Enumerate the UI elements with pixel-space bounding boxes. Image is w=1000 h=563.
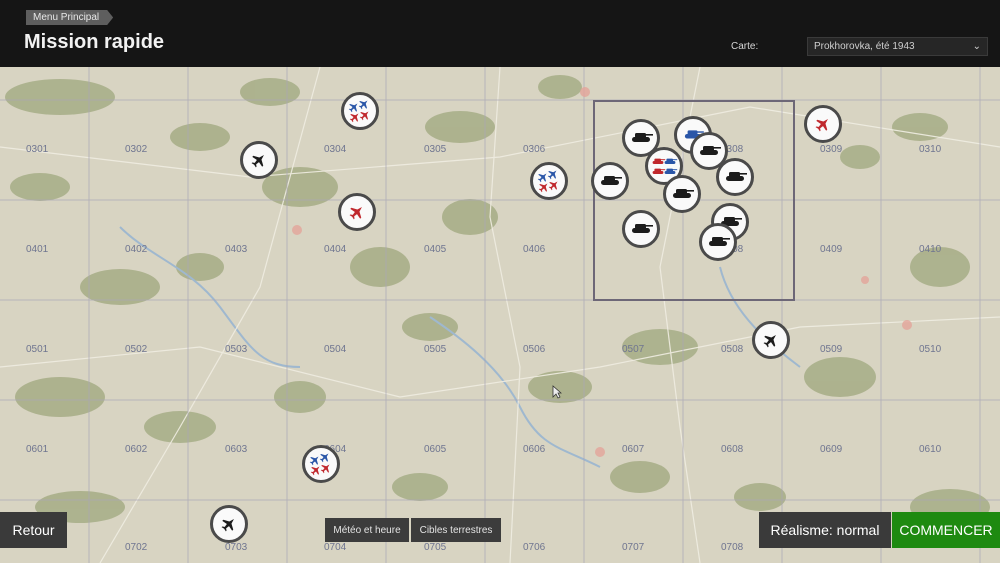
tank-black-icon	[702, 226, 734, 258]
chevron-down-icon: ⌄	[972, 41, 981, 52]
grid-cell-label: 0703	[225, 542, 248, 553]
grid-cell-label: 0403	[225, 244, 248, 255]
grid-cell-label: 0505	[424, 344, 447, 355]
mouse-cursor-icon	[552, 385, 562, 399]
back-button[interactable]: Retour	[0, 512, 67, 548]
grid-cell-label: 0704	[324, 542, 347, 553]
grid-cell-label: 0607	[622, 444, 645, 455]
grid-cell-label: 0409	[820, 244, 843, 255]
grid-cell-label: 0405	[424, 244, 447, 255]
ground-targets-button[interactable]: Cibles terrestres	[411, 518, 501, 542]
grid-cell-label: 0504	[324, 344, 347, 355]
grid-cell-label: 0510	[919, 344, 942, 355]
grid-cell-label: 0603	[225, 444, 248, 455]
grid-cell-label: 0501	[26, 344, 49, 355]
multi-aircraft-icon	[533, 165, 565, 197]
tank-marker[interactable]	[699, 223, 737, 261]
realism-button[interactable]: Réalisme: normal	[759, 512, 891, 548]
tank-marker[interactable]	[663, 175, 701, 213]
grid-cell-label: 0406	[523, 244, 546, 255]
grid-cell-label: 0402	[125, 244, 148, 255]
grid-cell-label: 0706	[523, 542, 546, 553]
map-dropdown[interactable]: Prokhorovka, été 1943 ⌄	[807, 37, 988, 56]
grid-lines	[0, 67, 1000, 563]
tank-black-icon	[666, 178, 698, 210]
multi-aircraft-marker[interactable]	[341, 92, 379, 130]
grid-cell-label: 0601	[26, 444, 49, 455]
grid-cell-label: 0310	[919, 144, 942, 155]
tank-black-icon	[719, 161, 751, 193]
grid-cell-label: 0401	[26, 244, 49, 255]
grid-cell-label: 0702	[125, 542, 148, 553]
aircraft-red-icon	[807, 108, 839, 140]
map-dropdown-value: Prokhorovka, été 1943	[814, 41, 915, 52]
grid-cell-label: 0605	[424, 444, 447, 455]
grid-cell-label: 0410	[919, 244, 942, 255]
grid-cell-label: 0705	[424, 542, 447, 553]
map-select-label: Carte:	[731, 41, 759, 52]
aircraft-marker[interactable]	[240, 141, 278, 179]
grid-cell-label: 0602	[125, 444, 148, 455]
tank-marker[interactable]	[622, 210, 660, 248]
grid-cell-label: 0610	[919, 444, 942, 455]
grid-cell-label: 0606	[523, 444, 546, 455]
map-terrain	[0, 67, 1000, 563]
grid-cell-label: 0502	[125, 344, 148, 355]
grid-cell-label: 0404	[324, 244, 347, 255]
grid-cell-label: 0508	[721, 344, 744, 355]
aircraft-black-icon	[213, 508, 245, 540]
multi-aircraft-icon	[344, 95, 376, 127]
top-bar: Menu Principal Mission rapide Carte: Pro…	[0, 0, 1000, 67]
grid-cell-label: 0608	[721, 444, 744, 455]
tank-black-icon	[625, 213, 657, 245]
grid-cell-label: 0509	[820, 344, 843, 355]
battle-map[interactable]: 0301 0302 0304 0305 0306 0308 0309 0310 0401 0402…	[0, 67, 1000, 563]
aircraft-black-icon	[243, 144, 275, 176]
tank-marker[interactable]	[716, 158, 754, 196]
grid-cell-label: 0304	[324, 144, 347, 155]
multi-aircraft-marker[interactable]	[530, 162, 568, 200]
weather-time-button[interactable]: Météo et heure	[325, 518, 409, 542]
tank-marker[interactable]	[591, 162, 629, 200]
aircraft-marker[interactable]	[338, 193, 376, 231]
grid-cell-label: 0302	[125, 144, 148, 155]
grid-cell-label: 0609	[820, 444, 843, 455]
multi-aircraft-icon	[305, 448, 337, 480]
grid-cell-label: 0301	[26, 144, 49, 155]
multi-aircraft-marker[interactable]	[302, 445, 340, 483]
tank-black-icon	[594, 165, 626, 197]
grid-cell-label: 0305	[424, 144, 447, 155]
grid-cell-label: 0507	[622, 344, 645, 355]
grid-cell-label: 0503	[225, 344, 248, 355]
start-button[interactable]: COMMENCER	[892, 512, 1000, 548]
aircraft-black-icon	[755, 324, 787, 356]
aircraft-red-icon	[341, 196, 373, 228]
page-title: Mission rapide	[24, 31, 165, 53]
aircraft-marker[interactable]	[804, 105, 842, 143]
grid-cell-label: 0309	[820, 144, 843, 155]
roads	[0, 67, 1000, 563]
grid-cell-label: 0306	[523, 144, 546, 155]
grid-cell-label: 0708	[721, 542, 744, 553]
aircraft-marker[interactable]	[210, 505, 248, 543]
grid-cell-label: 0506	[523, 344, 546, 355]
grid-cell-label: 0707	[622, 542, 645, 553]
aircraft-marker[interactable]	[752, 321, 790, 359]
breadcrumb-main-menu[interactable]: Menu Principal	[26, 10, 113, 25]
